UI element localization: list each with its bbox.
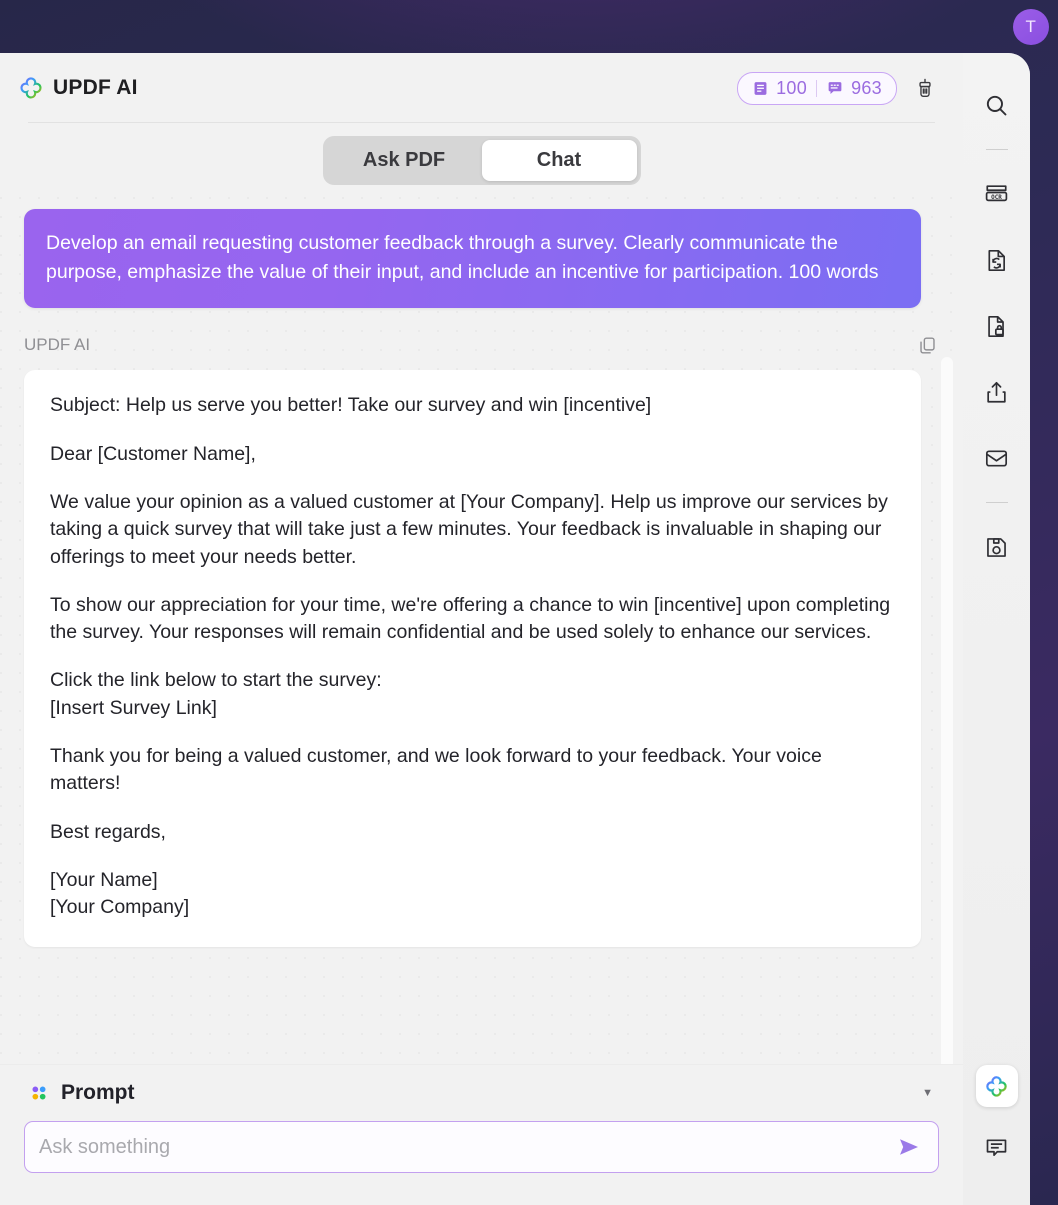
app-title: UPDF AI xyxy=(53,76,138,99)
svg-text:OCR: OCR xyxy=(991,193,1002,200)
chat-credit-icon xyxy=(826,80,844,97)
toolbar-bottom-group xyxy=(963,1065,1030,1191)
brush-icon[interactable] xyxy=(911,74,939,102)
chat-credits: 963 xyxy=(826,78,882,99)
chat-credit-value: 963 xyxy=(851,77,882,98)
assistant-paragraph: Thank you for being a valued customer, a… xyxy=(50,744,828,795)
updf-clover-logo-icon xyxy=(984,1074,1009,1099)
toolbar-divider xyxy=(985,502,1008,503)
assistant-message-bubble: Subject: Help us serve you better! Take … xyxy=(24,370,921,948)
ocr-icon[interactable]: OCR xyxy=(975,172,1019,216)
right-toolbar: OCR xyxy=(963,53,1030,1205)
toolbar-divider xyxy=(985,149,1008,150)
ask-input-row xyxy=(24,1121,939,1173)
tab-ask-pdf[interactable]: Ask PDF xyxy=(327,140,482,181)
prompt-selector[interactable]: Prompt ▼ xyxy=(24,1064,939,1121)
document-credit-value: 100 xyxy=(776,77,808,98)
user-message-bubble: Develop an email requesting customer fee… xyxy=(24,209,921,309)
chevron-down-icon[interactable]: ▼ xyxy=(922,1087,933,1099)
search-icon[interactable] xyxy=(975,83,1019,127)
assistant-paragraph: We value your opinion as a valued custom… xyxy=(50,490,894,568)
four-dots-icon xyxy=(28,1082,50,1104)
assistant-paragraph: Click the link below to start the survey… xyxy=(50,669,382,719)
document-credit-icon xyxy=(752,80,769,97)
assistant-paragraph: Subject: Help us serve you better! Take … xyxy=(50,394,652,417)
credits-separator xyxy=(816,79,818,97)
ask-input[interactable] xyxy=(39,1135,892,1159)
assistant-message-header: UPDF AI xyxy=(24,332,939,358)
comment-bubble-icon[interactable] xyxy=(975,1125,1019,1169)
tab-group: Ask PDF Chat xyxy=(322,135,641,185)
credits-badge[interactable]: 100 963 xyxy=(737,71,897,105)
mail-icon[interactable] xyxy=(975,436,1019,480)
tool-updf-ai[interactable] xyxy=(975,1065,1018,1107)
assistant-paragraph: [Your Name] [Your Company] xyxy=(50,868,190,919)
updf-clover-logo-icon xyxy=(18,75,44,101)
brand: UPDF AI xyxy=(18,75,138,101)
tab-chat-label: Chat xyxy=(536,148,582,171)
avatar-initial: T xyxy=(1025,17,1037,36)
send-arrow-icon[interactable] xyxy=(892,1132,926,1162)
ai-main-panel: UPDF AI 100 963 Ask PDF Chat Develop an … xyxy=(0,53,963,1205)
conversation-area: Develop an email requesting customer fee… xyxy=(0,197,963,1064)
document-credits: 100 xyxy=(752,78,807,99)
mode-tab-bar: Ask PDF Chat xyxy=(0,123,963,197)
assistant-paragraph: To show our appreciation for your time, … xyxy=(50,593,896,644)
user-message-text: Develop an email requesting customer fee… xyxy=(46,232,879,283)
assistant-paragraph: Dear [Customer Name], xyxy=(50,442,256,465)
assistant-paragraph: Best regards, xyxy=(50,820,166,843)
tab-ask-pdf-label: Ask PDF xyxy=(362,148,446,171)
copy-icon[interactable] xyxy=(915,333,939,357)
prompt-label: Prompt xyxy=(61,1080,135,1104)
header-actions: 100 963 xyxy=(737,71,939,105)
user-avatar[interactable]: T xyxy=(1013,9,1049,45)
updf-ai-window: UPDF AI 100 963 Ask PDF Chat Develop an … xyxy=(0,53,1030,1205)
share-icon[interactable] xyxy=(975,370,1019,414)
composer: Prompt ▼ xyxy=(0,1064,963,1205)
save-disk-icon[interactable] xyxy=(975,525,1019,569)
conversation-scrollbar[interactable] xyxy=(941,357,953,1064)
convert-document-icon[interactable] xyxy=(975,238,1019,282)
app-header: UPDF AI 100 963 xyxy=(0,53,963,123)
lock-document-icon[interactable] xyxy=(975,304,1019,348)
assistant-label: UPDF AI xyxy=(24,335,91,355)
tab-chat[interactable]: Chat xyxy=(481,139,637,181)
